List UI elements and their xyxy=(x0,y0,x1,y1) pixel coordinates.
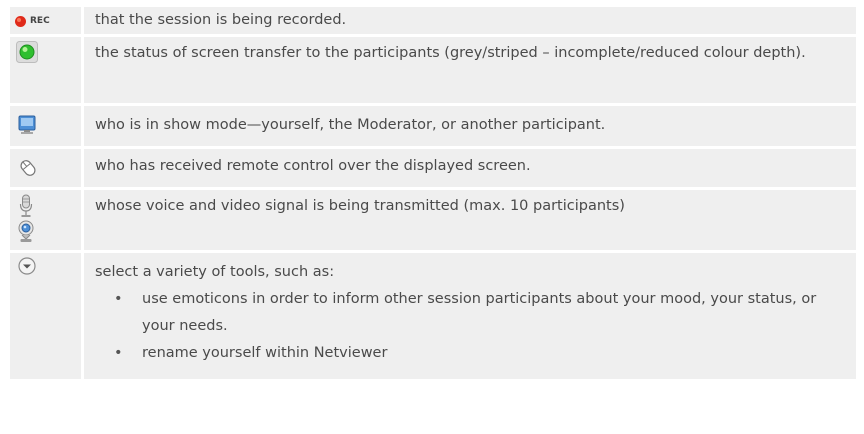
description-cell: who is in show mode—yourself, the Modera… xyxy=(84,106,856,146)
icon-cell xyxy=(10,106,81,146)
table-row: REC that the session is being recorded. xyxy=(10,7,856,34)
description-text: who has received remote control over the… xyxy=(95,158,531,174)
list-item: rename yourself within Netviewer xyxy=(95,340,847,367)
icon-cell xyxy=(10,149,81,187)
description-cell: whose voice and video signal is being tr… xyxy=(84,190,856,250)
table-row: select a variety of tools, such as: use … xyxy=(10,253,856,379)
icon-cell xyxy=(10,253,81,379)
table-row: who has received remote control over the… xyxy=(10,149,856,187)
description-cell: who has received remote control over the… xyxy=(84,149,856,187)
green-status-light-icon xyxy=(16,41,38,63)
icon-cell: REC xyxy=(10,7,81,34)
microphone-webcam-icon xyxy=(18,194,34,242)
description-text: the status of screen transfer to the par… xyxy=(95,45,806,61)
legend-table: REC that the session is being recorded. … xyxy=(10,7,856,379)
table-row: whose voice and video signal is being tr… xyxy=(10,190,856,250)
rec-label: REC xyxy=(30,16,50,26)
table-row: who is in show mode—yourself, the Modera… xyxy=(10,106,856,146)
tools-list: use emoticons in order to inform other s… xyxy=(95,286,847,367)
list-item: use emoticons in order to inform other s… xyxy=(95,286,847,340)
description-text: whose voice and video signal is being tr… xyxy=(95,198,625,214)
record-dot-icon xyxy=(15,15,26,27)
rec-icon: REC xyxy=(14,14,53,28)
monitor-icon xyxy=(18,115,36,134)
description-text: select a variety of tools, such as: xyxy=(95,264,335,280)
description-text: that the session is being recorded. xyxy=(95,12,347,28)
description-cell: select a variety of tools, such as: use … xyxy=(84,253,856,379)
icon-cell xyxy=(10,37,81,103)
dropdown-circle-icon xyxy=(18,257,36,275)
table-row: the status of screen transfer to the par… xyxy=(10,37,856,103)
description-text: who is in show mode—yourself, the Modera… xyxy=(95,117,606,133)
icon-cell xyxy=(10,190,81,250)
mouse-icon xyxy=(20,160,36,176)
description-cell: the status of screen transfer to the par… xyxy=(84,37,856,103)
description-cell: that the session is being recorded. xyxy=(84,7,856,34)
